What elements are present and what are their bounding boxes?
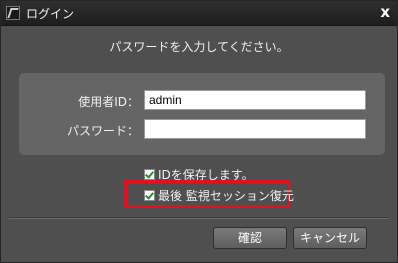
save-id-checkbox[interactable] bbox=[144, 168, 155, 180]
ok-button[interactable]: 確認 bbox=[213, 227, 287, 249]
checkmark-icon bbox=[145, 168, 154, 179]
window-title: ログイン bbox=[26, 7, 75, 21]
cancel-button[interactable]: キャンセル bbox=[293, 227, 367, 249]
app-logo-icon bbox=[6, 6, 20, 20]
login-dialog: ログイン x パスワードを入力してください。 使用者ID： パスワード： IDを… bbox=[0, 0, 398, 263]
password-input[interactable] bbox=[144, 119, 366, 139]
footer-divider bbox=[9, 217, 389, 219]
close-icon[interactable]: x bbox=[380, 4, 390, 20]
restore-session-option[interactable]: 最後 監視セッション復元 bbox=[144, 187, 294, 203]
title-bar[interactable]: ログイン x bbox=[1, 1, 397, 26]
checkmark-icon bbox=[145, 189, 154, 200]
user-id-label: 使用者ID： bbox=[78, 95, 139, 109]
user-id-input[interactable] bbox=[144, 90, 366, 110]
password-label: パスワード： bbox=[66, 124, 139, 138]
password-prompt: パスワードを入力してください。 bbox=[109, 40, 289, 54]
credentials-panel: 使用者ID： パスワード： bbox=[19, 73, 385, 155]
restore-session-label[interactable]: 最後 監視セッション復元 bbox=[158, 187, 294, 204]
restore-session-checkbox[interactable] bbox=[144, 189, 155, 201]
